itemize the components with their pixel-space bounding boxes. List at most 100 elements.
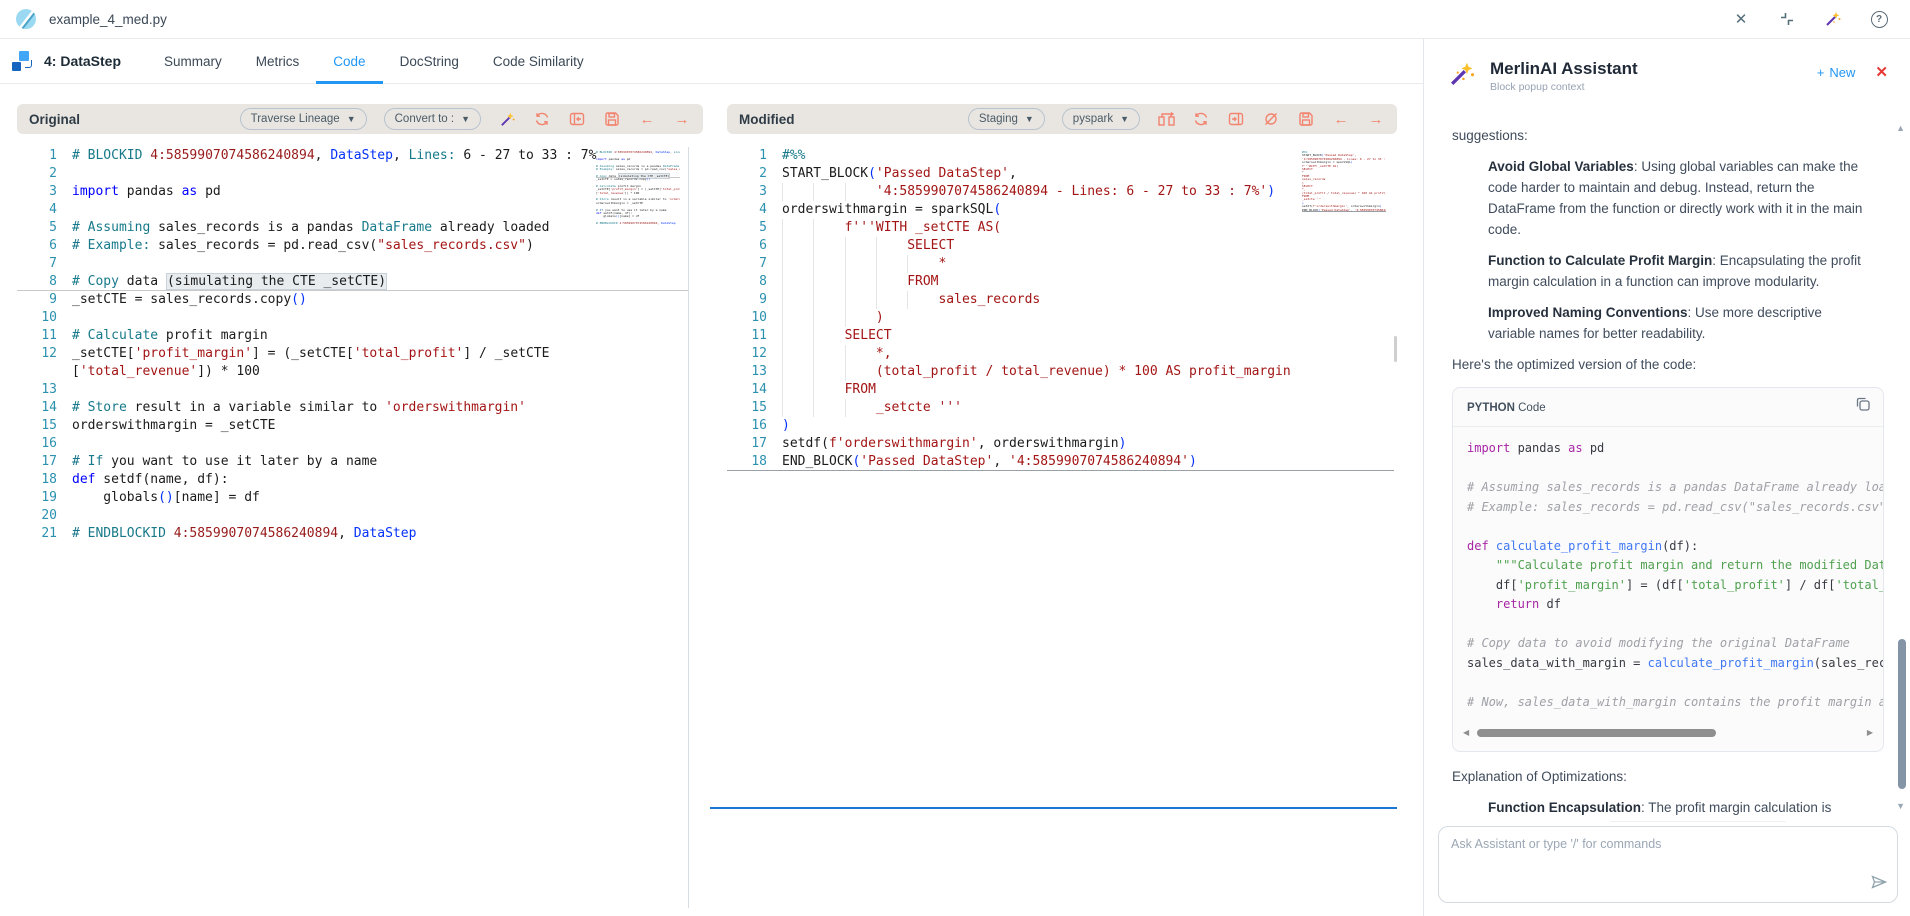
code-line[interactable]: 9sales_records: [727, 291, 1394, 309]
indent-guide: [845, 255, 876, 273]
arrow-left-icon[interactable]: ←: [1332, 110, 1350, 128]
tab-metrics[interactable]: Metrics: [239, 39, 317, 84]
code-line[interactable]: 5f'''WITH _setCTE AS(: [727, 219, 1394, 237]
original-code-editor[interactable]: 1# BLOCKID 4:5859907074586240894, DataSt…: [17, 147, 689, 908]
scroll-down-icon[interactable]: ▼: [1896, 801, 1905, 811]
deploy-icon[interactable]: [1157, 110, 1175, 128]
collapse-left-icon[interactable]: [568, 110, 586, 128]
disable-icon[interactable]: [1262, 110, 1280, 128]
code-line[interactable]: 18def setdf(name, df):: [17, 471, 688, 489]
magic-wand-icon[interactable]: [1824, 10, 1842, 28]
indent-guide: [876, 255, 907, 273]
magic-wand-icon[interactable]: [498, 110, 516, 128]
code-line[interactable]: 14# Store result in a variable similar t…: [17, 399, 688, 417]
send-icon[interactable]: [1871, 875, 1887, 894]
arrow-right-icon[interactable]: →: [673, 110, 691, 128]
staging-dropdown[interactable]: Staging▼: [968, 108, 1045, 130]
tab-code[interactable]: Code: [316, 39, 382, 84]
arrow-left-icon[interactable]: ←: [638, 110, 656, 128]
code-line[interactable]: 5# Assuming sales_records is a pandas Da…: [17, 219, 688, 237]
code-line[interactable]: 6SELECT: [727, 237, 1394, 255]
window-title-bar: example_4_med.py ✕ ?: [0, 0, 1910, 39]
code-block-hscrollbar[interactable]: ◀ ▶: [1453, 716, 1883, 751]
code-line[interactable]: 14FROM: [727, 381, 1394, 399]
copy-icon[interactable]: [1855, 396, 1871, 420]
tab-docstring[interactable]: DocString: [383, 39, 476, 84]
modified-scrollbar-thumb[interactable]: [1394, 336, 1397, 362]
convert-to-dropdown[interactable]: Convert to :▼: [384, 108, 481, 130]
code-line[interactable]: 13(total_profit / total_revenue) * 100 A…: [1302, 192, 1386, 195]
code-line[interactable]: 16: [17, 435, 688, 453]
code-line[interactable]: 15_setcte ''': [727, 399, 1394, 417]
refresh-icon[interactable]: [1192, 110, 1210, 128]
traverse-lineage-dropdown[interactable]: Traverse Lineage▼: [240, 108, 367, 130]
save-icon[interactable]: [1297, 110, 1315, 128]
code-line[interactable]: 1#%%: [727, 147, 1394, 165]
code-line[interactable]: 15orderswithmargin = _setCTE: [17, 417, 688, 435]
indent-guide: [845, 273, 876, 291]
code-line[interactable]: 6# Example: sales_records = pd.read_csv(…: [17, 237, 688, 255]
assistant-scrollbar-thumb[interactable]: [1898, 639, 1906, 789]
code-line[interactable]: 16): [727, 417, 1394, 435]
pyspark-dropdown[interactable]: pyspark▼: [1062, 108, 1140, 130]
code-line[interactable]: 13(total_profit / total_revenue) * 100 A…: [727, 363, 1394, 381]
code-line[interactable]: 1# BLOCKID 4:5859907074586240894, DataSt…: [596, 151, 680, 154]
scroll-right-icon[interactable]: ▶: [1867, 722, 1873, 743]
tab-code-similarity[interactable]: Code Similarity: [476, 39, 601, 84]
code-line[interactable]: 7*: [727, 255, 1394, 273]
code-line[interactable]: 10): [727, 309, 1394, 327]
tab-summary[interactable]: Summary: [147, 39, 239, 84]
suggestion-item: Improved Naming Conventions: Use more de…: [1488, 302, 1872, 344]
code-line[interactable]: 13: [17, 381, 688, 399]
code-line[interactable]: 1# BLOCKID 4:5859907074586240894, DataSt…: [17, 147, 688, 165]
code-line[interactable]: 4: [17, 201, 688, 219]
code-line[interactable]: 19 globals()[name] = df: [17, 489, 688, 507]
hscroll-thumb[interactable]: [1477, 729, 1716, 737]
code-line[interactable]: 11# Calculate profit margin: [17, 327, 688, 345]
code-line[interactable]: 12_setCTE['profit_margin'] = (_setCTE['t…: [17, 345, 688, 363]
assistant-input[interactable]: [1439, 827, 1897, 902]
indent-guide: [845, 237, 876, 255]
code-line[interactable]: 18END_BLOCK('Passed DataStep', '4:585990…: [727, 453, 1394, 471]
code-line[interactable]: 10: [17, 309, 688, 327]
code-line[interactable]: 7: [17, 255, 688, 273]
scroll-left-icon[interactable]: ◀: [1463, 722, 1469, 743]
original-panel-title: Original: [29, 112, 80, 127]
help-icon[interactable]: ?: [1870, 10, 1888, 28]
code-line[interactable]: 17# If you want to use it later by a nam…: [17, 453, 688, 471]
code-line[interactable]: 21# ENDBLOCKID 4:5859907074586240894, Da…: [17, 525, 688, 543]
chevron-down-icon: ▼: [347, 114, 356, 124]
code-line[interactable]: 21# ENDBLOCKID 4:5859907074586240894, Da…: [596, 222, 680, 225]
assistant-close-icon[interactable]: ✕: [1875, 63, 1888, 81]
optimized-intro: Here's the optimized version of the code…: [1452, 354, 1872, 375]
code-line[interactable]: 4orderswithmargin = sparkSQL(: [727, 201, 1394, 219]
arrow-right-icon[interactable]: →: [1367, 110, 1385, 128]
code-line[interactable]: 2: [17, 165, 688, 183]
code-line[interactable]: 3'4:5859907074586240894 - Lines: 6 - 27 …: [727, 183, 1394, 201]
code-line[interactable]: ['total_revenue']) * 100: [17, 363, 688, 381]
code-line[interactable]: 11SELECT: [727, 327, 1394, 345]
code-line[interactable]: 20: [17, 507, 688, 525]
code-line[interactable]: 12*,: [727, 345, 1394, 363]
save-icon[interactable]: [603, 110, 621, 128]
expand-right-icon[interactable]: [1227, 110, 1245, 128]
code-line[interactable]: 18END_BLOCK('Passed DataStep', '4:585990…: [1302, 209, 1386, 212]
close-icon[interactable]: ✕: [1732, 10, 1750, 28]
refresh-icon[interactable]: [533, 110, 551, 128]
modified-code-editor[interactable]: 1#%%2START_BLOCK('Passed DataStep',3'4:5…: [727, 147, 1394, 891]
code-line[interactable]: 2START_BLOCK('Passed DataStep',: [727, 165, 1394, 183]
new-chat-button[interactable]: +New: [1817, 65, 1856, 80]
indent-guide: [782, 399, 813, 417]
code-line[interactable]: 6# Example: sales_records = pd.read_csv(…: [596, 168, 680, 171]
code-line[interactable]: 9_setCTE = sales_records.copy(): [17, 291, 688, 309]
suggestion-item: Avoid Global Variables: Using global var…: [1488, 156, 1872, 240]
original-minimap[interactable]: 1# BLOCKID 4:5859907074586240894, DataSt…: [596, 151, 680, 227]
modified-minimap[interactable]: 1#%%2START_BLOCK('Passed DataStep',3'4:5…: [1302, 151, 1386, 227]
compress-icon[interactable]: [1778, 10, 1796, 28]
code-line[interactable]: 3import pandas as pd: [17, 183, 688, 201]
scroll-up-icon[interactable]: ▲: [1896, 123, 1905, 133]
code-line[interactable]: 17setdf(f'orderswithmargin', orderswithm…: [727, 435, 1394, 453]
line-number: 6: [17, 237, 57, 255]
code-line[interactable]: 8FROM: [727, 273, 1394, 291]
code-line[interactable]: 8# Copy data (simulating the CTE _setCTE…: [17, 273, 688, 291]
